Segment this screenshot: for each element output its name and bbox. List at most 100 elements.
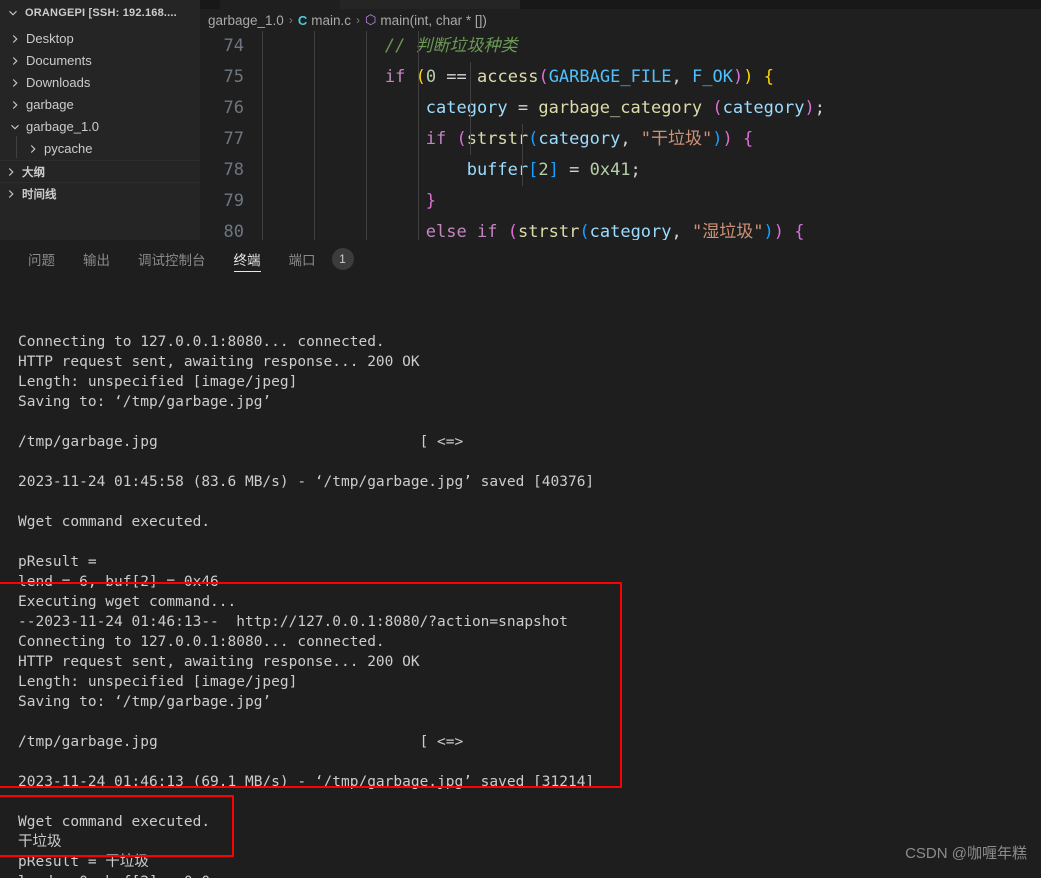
line-number: 75 <box>223 67 244 87</box>
code-line[interactable]: 80 else if (strstr(category, "湿垃圾")) { <box>200 217 1041 240</box>
code-token: "干垃圾" <box>640 129 713 149</box>
editor-tab-active[interactable] <box>220 0 340 9</box>
sidebar-section-label: 时间线 <box>22 188 57 201</box>
sidebar-section-outline[interactable]: 大纲 <box>0 160 200 182</box>
tree-item-label: Downloads <box>26 75 91 90</box>
code-token: ; <box>814 98 826 118</box>
chevron-right-icon <box>8 32 22 46</box>
code-token: } <box>425 191 437 211</box>
tree-item-pycache[interactable]: pycache <box>0 138 200 160</box>
code-token: if <box>425 129 447 149</box>
code-line[interactable]: 78 buffer[2] = 0x41; <box>200 155 1041 186</box>
code-token: F_OK <box>692 67 733 87</box>
code-token: { <box>743 129 754 149</box>
panel-tab-0[interactable]: 问题 <box>14 240 69 278</box>
chevron-right-icon <box>8 54 22 68</box>
code-token: ( <box>456 129 467 149</box>
code-token: 0x41 <box>589 160 631 180</box>
panel-tab-1[interactable]: 输出 <box>69 240 124 278</box>
code-line[interactable]: 75 if (0 == access(GARBAGE_FILE, F_OK)) … <box>200 62 1041 93</box>
line-number: 77 <box>223 129 244 149</box>
terminal-line: Saving to: ‘/tmp/garbage.jpg’ <box>18 694 272 710</box>
terminal-line: 干垃圾 <box>18 834 62 850</box>
chevron-down-icon <box>8 120 22 134</box>
code-token: ( <box>712 98 723 118</box>
code-token: if <box>476 222 498 240</box>
tree-indent-guide <box>16 136 17 158</box>
code-token: [ <box>528 160 539 180</box>
explorer-remote-header[interactable]: ORANGEPI [SSH: 192.168.... <box>0 0 200 26</box>
port-count-badge: 1 <box>331 248 354 270</box>
chevron-right-icon <box>4 165 18 179</box>
code-token: garbage_category <box>538 98 703 118</box>
terminal-line: /tmp/garbage.jpg [ <=> <box>18 434 464 450</box>
tree-item-downloads[interactable]: Downloads <box>0 72 200 94</box>
panel-tab-3[interactable]: 终端 <box>220 240 275 278</box>
terminal-output[interactable]: Connecting to 127.0.0.1:8080... connecte… <box>0 278 1041 878</box>
code-token: ( <box>579 222 590 240</box>
code-line[interactable]: 76 category = garbage_category (category… <box>200 93 1041 124</box>
code-token: // 判断垃圾种类 <box>384 36 518 56</box>
terminal-line: --2023-11-24 01:46:13-- http://127.0.0.1… <box>18 614 568 630</box>
code-token: category <box>722 98 805 118</box>
terminal-line: HTTP request sent, awaiting response... … <box>18 354 420 370</box>
breadcrumb-symbol[interactable]: main(int, char * []) <box>380 13 487 28</box>
breadcrumb-folder[interactable]: garbage_1.0 <box>208 13 284 28</box>
chevron-right-icon: › <box>288 13 293 27</box>
tree-item-desktop[interactable]: Desktop <box>0 28 200 50</box>
vscode-window: ORANGEPI [SSH: 192.168.... Desktop Docum… <box>0 0 1041 878</box>
breadcrumb-file[interactable]: main.c <box>311 13 351 28</box>
terminal-line: lend = 0, buf[2] = 0x0 <box>18 872 1041 878</box>
code-content[interactable]: 74 // 判断垃圾种类 75 if (0 == access(GARBAGE_F… <box>200 31 1041 240</box>
tree-item-label: Documents <box>26 53 92 68</box>
editor-tab-inactive[interactable] <box>340 0 520 9</box>
code-token: category <box>538 129 621 149</box>
line-number: 80 <box>223 222 244 240</box>
editor-tab-strip <box>200 0 1041 9</box>
chevron-right-icon <box>4 187 18 201</box>
code-token: ) <box>743 67 754 87</box>
chevron-right-icon <box>8 98 22 112</box>
panel-tab-2[interactable]: 调试控制台 <box>124 240 220 278</box>
code-token: { <box>794 222 805 240</box>
panel-tab-4[interactable]: 端口 <box>275 240 330 278</box>
sidebar-section-timeline[interactable]: 时间线 <box>0 182 200 204</box>
code-line[interactable]: 74 // 判断垃圾种类 <box>200 31 1041 62</box>
code-line-text: } <box>262 186 1041 217</box>
code-token: ( <box>507 222 518 240</box>
tree-item-garbage[interactable]: garbage <box>0 94 200 116</box>
tree-item-garbage-1-0[interactable]: garbage_1.0 <box>0 116 200 138</box>
terminal-line: Connecting to 127.0.0.1:8080... connecte… <box>18 634 385 650</box>
line-number: 74 <box>223 36 244 56</box>
terminal-line: pResult = 干垃圾 <box>18 854 149 870</box>
terminal-line: pResult = <box>18 554 106 570</box>
line-number: 76 <box>223 98 244 118</box>
code-token: category <box>425 98 508 118</box>
code-token: ) <box>712 129 723 149</box>
code-token: = <box>507 98 539 118</box>
tree-item-label: garbage <box>26 97 74 112</box>
watermark: CSDN @咖喱年糕 <box>905 845 1027 862</box>
tree-item-documents[interactable]: Documents <box>0 50 200 72</box>
code-token: ; <box>630 160 641 180</box>
chevron-right-icon: › <box>355 13 360 27</box>
chevron-right-icon <box>8 76 22 90</box>
code-line[interactable]: 79 } <box>200 186 1041 217</box>
terminal-line: /tmp/garbage.jpg [ <=> <box>18 734 464 750</box>
panel-tab-bar: 问题 输出 调试控制台 终端 端口 1 <box>0 240 1041 278</box>
code-line[interactable]: 77 if (strstr(category, "干垃圾")) { <box>200 124 1041 155</box>
code-token: strstr <box>466 129 529 149</box>
tree-item-label: pycache <box>44 141 93 156</box>
code-token: ] <box>548 160 559 180</box>
code-token: 0 <box>425 67 437 87</box>
